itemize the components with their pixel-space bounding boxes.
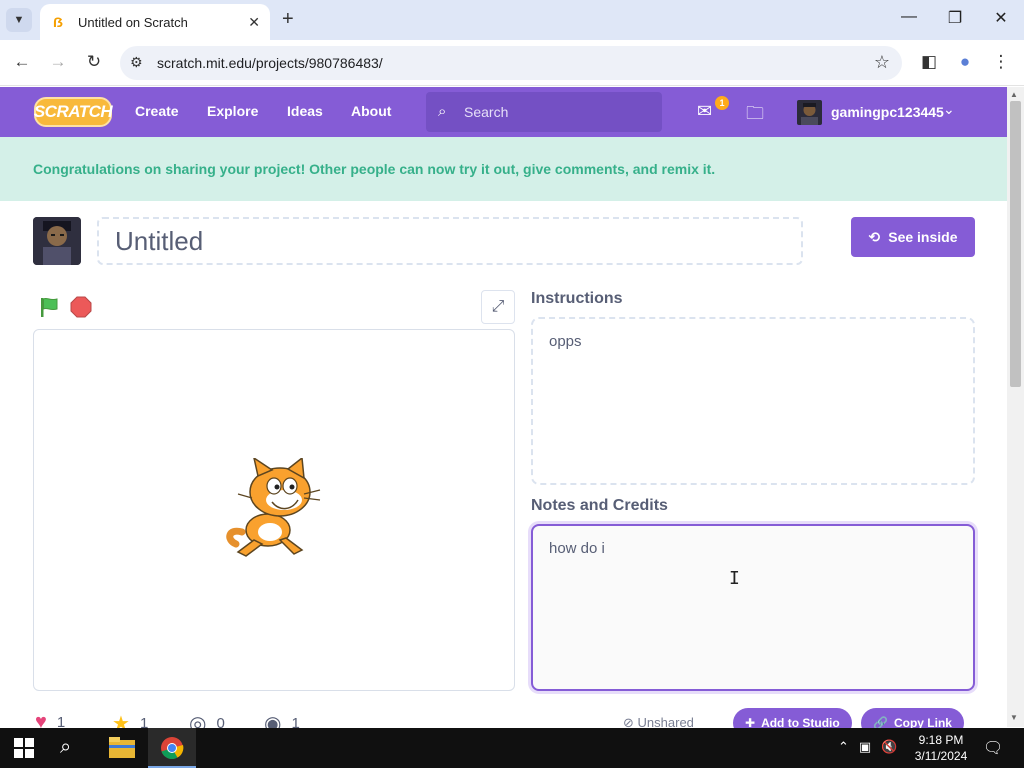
- nav-link-create[interactable]: Create: [135, 103, 179, 119]
- search-icon: ⌕: [438, 103, 447, 120]
- system-tray: ⌃ ▣ 🔇: [838, 739, 897, 755]
- nav-link-about[interactable]: About: [351, 103, 391, 119]
- refresh-arrows-icon: ⟲: [868, 228, 881, 245]
- nav-link-explore[interactable]: Explore: [207, 103, 258, 119]
- windows-taskbar: ⌕ ⌃ ▣ 🔇 9:18 PM 3/11/2024 🗨: [0, 728, 1024, 768]
- clock-date: 3/11/2024: [914, 749, 968, 763]
- browser-toolbar: ← → ↻ ⚙ scratch.mit.edu/projects/9807864…: [0, 40, 1024, 86]
- search-input[interactable]: [464, 101, 644, 123]
- browser-tab[interactable]: ẞ Untitled on Scratch ✕: [40, 4, 270, 40]
- green-flag-icon[interactable]: [38, 296, 60, 318]
- url-text[interactable]: scratch.mit.edu/projects/980786483/: [157, 55, 383, 71]
- project-title-field[interactable]: [97, 217, 803, 265]
- chrome-taskbar-button[interactable]: [148, 728, 196, 768]
- user-avatar[interactable]: [797, 100, 822, 125]
- banner-text: Congratulations on sharing your project!…: [33, 161, 716, 177]
- file-explorer-icon[interactable]: [108, 735, 136, 761]
- fullscreen-button[interactable]: ⤢: [481, 290, 515, 324]
- notes-credits-field[interactable]: [531, 524, 975, 691]
- chevron-down-icon[interactable]: ⌄: [943, 101, 955, 118]
- taskbar-search-icon[interactable]: ⌕: [60, 736, 71, 759]
- project-stage[interactable]: [33, 329, 515, 691]
- see-inside-button[interactable]: ⟲ See inside: [851, 217, 975, 257]
- windows-start-icon[interactable]: [14, 738, 34, 758]
- notes-credits-label: Notes and Credits: [531, 497, 668, 514]
- scratch-navbar: SCRATCH Create Explore Ideas About ⌕ ✉ 1…: [0, 87, 1007, 137]
- instructions-field[interactable]: [531, 317, 975, 485]
- username[interactable]: gamingpc123445: [831, 104, 944, 120]
- network-icon[interactable]: ▣: [859, 739, 871, 755]
- volume-muted-icon[interactable]: 🔇: [881, 739, 897, 755]
- site-settings-icon[interactable]: ⚙: [130, 54, 143, 71]
- scroll-thumb[interactable]: [1010, 101, 1021, 387]
- fullscreen-icon: ⤢: [491, 298, 505, 315]
- message-count-badge: 1: [715, 96, 729, 110]
- project-author-avatar[interactable]: [33, 217, 81, 265]
- share-success-banner: Congratulations on sharing your project!…: [0, 137, 1007, 201]
- forward-arrow-icon[interactable]: →: [47, 52, 69, 72]
- chrome-icon: [161, 737, 184, 760]
- scratch-logo[interactable]: SCRATCH: [34, 97, 113, 127]
- scratch-cat-sprite: [226, 458, 321, 557]
- nav-link-ideas[interactable]: Ideas: [287, 103, 323, 119]
- instructions-textarea[interactable]: [533, 319, 973, 483]
- clock-time: 9:18 PM: [918, 733, 964, 747]
- see-inside-label: See inside: [888, 229, 958, 245]
- scratch-favicon-icon: ẞ: [52, 14, 63, 30]
- browser-menu-icon[interactable]: ⋮: [990, 52, 1012, 72]
- scroll-up-arrow-icon[interactable]: ▲: [1010, 90, 1018, 99]
- profile-icon[interactable]: ●: [954, 52, 976, 72]
- my-stuff-folder-icon[interactable]: 🗀: [746, 101, 764, 131]
- chevron-down-icon: ▼: [13, 14, 25, 26]
- messages-envelope-icon[interactable]: ✉: [697, 101, 712, 122]
- notes-credits-textarea[interactable]: [533, 526, 973, 689]
- instructions-label: Instructions: [531, 290, 623, 307]
- search-box: ⌕: [426, 92, 662, 132]
- tab-list-button[interactable]: ▼: [6, 8, 32, 32]
- new-tab-button[interactable]: +: [282, 8, 294, 31]
- scroll-down-arrow-icon[interactable]: ▼: [1010, 713, 1018, 722]
- minimize-button[interactable]: —: [897, 8, 921, 26]
- stop-sign-icon[interactable]: [70, 296, 92, 318]
- text-cursor-icon: I: [729, 568, 740, 589]
- taskbar-clock[interactable]: 9:18 PM 3/11/2024: [912, 732, 970, 764]
- page-scrollbar[interactable]: ▲ ▼: [1007, 87, 1024, 727]
- window-close-button[interactable]: ✕: [989, 8, 1013, 28]
- reload-icon[interactable]: ↻: [83, 52, 105, 72]
- tab-close-icon[interactable]: ✕: [248, 14, 260, 31]
- notification-icon[interactable]: 🗨: [983, 738, 1003, 758]
- maximize-button[interactable]: ❐: [943, 8, 967, 28]
- browser-tab-strip: ▼ ẞ Untitled on Scratch ✕ + — ❐ ✕: [0, 0, 1024, 40]
- chevron-up-icon[interactable]: ⌃: [838, 739, 849, 755]
- bookmark-star-icon[interactable]: ☆: [874, 52, 890, 73]
- address-bar[interactable]: ⚙ scratch.mit.edu/projects/980786483/ ☆: [120, 46, 902, 80]
- project-title-input[interactable]: [99, 219, 801, 263]
- side-panel-icon[interactable]: ◧: [918, 52, 940, 72]
- back-arrow-icon[interactable]: ←: [11, 52, 33, 72]
- tab-title: Untitled on Scratch: [78, 14, 188, 30]
